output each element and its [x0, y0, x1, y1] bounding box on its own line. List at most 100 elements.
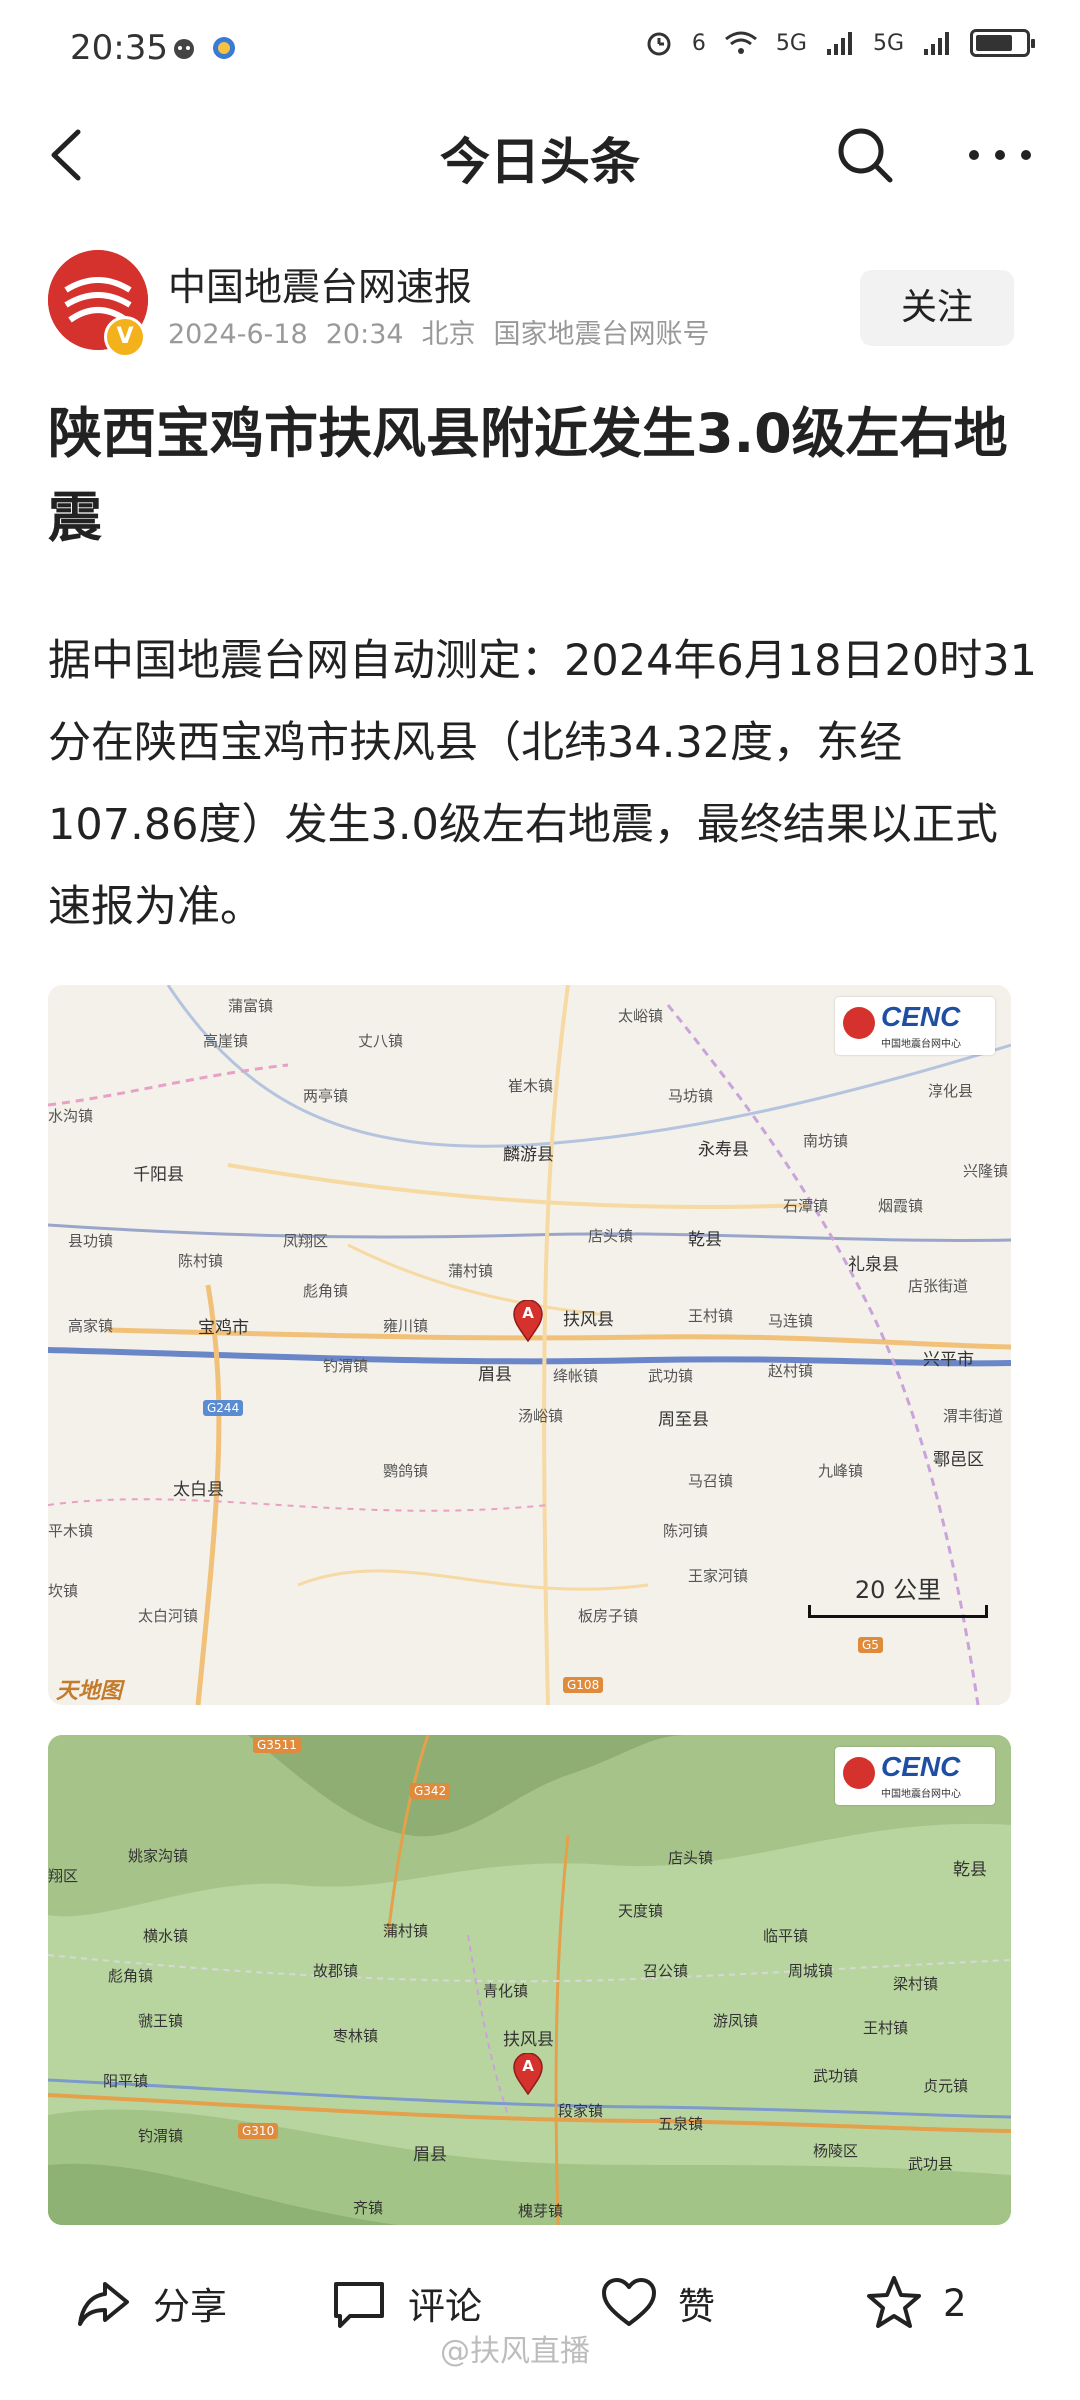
- signal-icon: [826, 32, 852, 55]
- map-scale: 20 公里: [808, 1570, 988, 1618]
- cenc-mark-icon: [843, 1007, 875, 1039]
- map-place-label: 彪角镇: [108, 1967, 154, 1985]
- comment-label: 评论: [408, 2285, 482, 2328]
- map-place-label: 淳化县: [928, 1082, 974, 1100]
- map-place-label: 渭丰街道: [943, 1407, 1004, 1425]
- map-place-label: 虢王镇: [138, 2012, 184, 2030]
- map-place-label: 枣林镇: [333, 2027, 379, 2045]
- map-place-label: 赵村镇: [768, 1362, 814, 1380]
- cenc-mark-icon: [843, 1757, 875, 1789]
- map-place-label: 乾县: [688, 1230, 722, 1250]
- map-place-label: 雍川镇: [383, 1317, 429, 1335]
- map-place-label: 南坊镇: [803, 1132, 849, 1150]
- map-place-label: 杨陵区: [813, 2142, 859, 2160]
- scale-label: 20 公里: [854, 1576, 942, 1604]
- map-place-label: 周至县: [658, 1410, 709, 1430]
- map-place-label: 麟游县: [503, 1145, 554, 1165]
- map-place-label: 店张街道: [908, 1277, 969, 1295]
- map-place-label: 烟霞镇: [878, 1197, 924, 1215]
- article-body: 据中国地震台网自动测定：2024年6月18日20时31分在陕西宝鸡市扶风县（北纬…: [48, 636, 1037, 932]
- wifi-icon: [724, 31, 757, 54]
- follow-button[interactable]: 关注: [860, 270, 1014, 346]
- map-place-label: 贞元镇: [923, 2077, 969, 2095]
- road-badge: G108: [563, 1677, 604, 1693]
- favorite-button[interactable]: 2: [865, 2268, 967, 2338]
- map-place-label: 蒲村镇: [448, 1262, 494, 1280]
- epicenter-terrain-map[interactable]: 姚家沟镇 店头镇 乾县 翔区 天度镇 横水镇 蒲村镇 临平镇 彪角镇 故郡镇 青…: [48, 1735, 1011, 2225]
- map-place-label: 鹦鸽镇: [383, 1462, 429, 1480]
- map-place-label: 马坊镇: [668, 1087, 714, 1105]
- map-place-label: 眉县: [413, 2145, 447, 2165]
- more-horizontal-icon[interactable]: [960, 120, 1040, 190]
- map-place-label: 陈河镇: [663, 1522, 709, 1540]
- map-place-label: 永寿县: [698, 1140, 749, 1160]
- share-label: 分享: [153, 2285, 227, 2328]
- map-place-label: 太白河镇: [138, 1607, 199, 1625]
- epicenter-marker[interactable]: A: [513, 2053, 543, 2095]
- signal-icon-2: [924, 32, 949, 55]
- page-title: 今日头条: [440, 133, 640, 191]
- road-badge: G3511: [253, 1737, 301, 1753]
- like-label: 赞: [678, 2285, 715, 2328]
- epicenter-label: A: [522, 2057, 534, 2075]
- like-button[interactable]: 赞: [600, 2268, 715, 2338]
- map-place-label: 齐镇: [353, 2199, 384, 2217]
- map-place-label: 蒲富镇: [228, 997, 274, 1015]
- map-place-label: 段家镇: [558, 2102, 604, 2120]
- map-place-label: 礼泉县: [848, 1255, 899, 1275]
- alarm-icon: [647, 32, 671, 56]
- map-place-label: 凤翔区: [283, 1232, 329, 1250]
- map-place-label: 钓渭镇: [138, 2127, 184, 2145]
- post-time: 20:34: [325, 319, 404, 350]
- favorite-count: 2: [943, 2281, 967, 2325]
- article-title: 陕西宝鸡市扶风县附近发生3.0级左右地震: [48, 402, 1008, 549]
- epicenter-marker[interactable]: A: [513, 1300, 543, 1342]
- map-place-label: 王村镇: [688, 1307, 734, 1325]
- comment-icon: [334, 2282, 384, 2328]
- status-time: 20:35: [70, 28, 168, 68]
- map-place-label: 周城镇: [788, 1962, 834, 1980]
- map-place-label: 马连镇: [768, 1312, 814, 1330]
- cenc-logo-text: CENC: [881, 1751, 961, 1782]
- map-place-label: 水沟镇: [48, 1107, 94, 1125]
- map-place-label: 鄠邑区: [933, 1450, 984, 1470]
- map-place-label: 武功镇: [813, 2067, 859, 2085]
- author-name[interactable]: 中国地震台网速报: [168, 256, 472, 311]
- map-place-label: 兴隆镇: [963, 1162, 1009, 1180]
- map-provider-logo: 天地图: [56, 1678, 123, 1704]
- map-place-label: 临平镇: [763, 1927, 809, 1945]
- cenc-logo-subtitle: 中国地震台网中心: [881, 1789, 961, 1800]
- network-label-1: 5G: [775, 30, 807, 56]
- account-type: 国家地震台网账号: [493, 319, 710, 350]
- cenc-logo-subtitle: 中国地震台网中心: [881, 1039, 961, 1050]
- map-place-label: 乾县: [953, 1860, 987, 1880]
- map-place-label: 高家镇: [68, 1317, 114, 1335]
- post-date: 2024-6-18: [168, 319, 308, 350]
- network-label-2: 5G: [872, 30, 904, 56]
- map-place-label: 高崖镇: [203, 1032, 249, 1050]
- map-place-label: 眉县: [478, 1365, 512, 1385]
- cat-icon: [174, 39, 194, 59]
- star-icon: [867, 2276, 921, 2328]
- share-icon: [78, 2282, 129, 2326]
- share-button[interactable]: 分享: [75, 2268, 227, 2338]
- map-place-label: 千阳县: [133, 1165, 184, 1185]
- map-place-label: 陈村镇: [178, 1252, 224, 1270]
- bottom-action-bar: 分享 评论 赞 2 @扶风直播: [0, 2228, 1080, 2400]
- status-bar: 20:35 6 5G 5G: [0, 0, 1080, 100]
- map-place-label: 太峪镇: [618, 1007, 664, 1025]
- epicenter-road-map[interactable]: 蒲富镇 太峪镇 高崖镇 丈八镇 两亭镇 崔木镇 马坊镇 淳化县 水沟镇 千阳县 …: [48, 985, 1011, 1705]
- map-place-label: 王村镇: [863, 2019, 909, 2037]
- app-notification-icon: [213, 37, 235, 59]
- road-badge: G342: [410, 1783, 451, 1799]
- map-place-label: 两亭镇: [303, 1087, 349, 1105]
- map-place-label: 蒲村镇: [383, 1922, 429, 1940]
- map-place-label: 故郡镇: [313, 1962, 359, 1980]
- map-place-label: 五泉镇: [658, 2115, 704, 2133]
- cenc-logo: CENC 中国地震台网中心: [835, 1747, 995, 1805]
- map-place-label: 姚家沟镇: [128, 1847, 189, 1865]
- map-place-label: 店头镇: [668, 1849, 714, 1867]
- terrain-map-graphics: [48, 1735, 1011, 2225]
- search-icon[interactable]: [830, 120, 900, 190]
- heart-icon: [602, 2278, 656, 2326]
